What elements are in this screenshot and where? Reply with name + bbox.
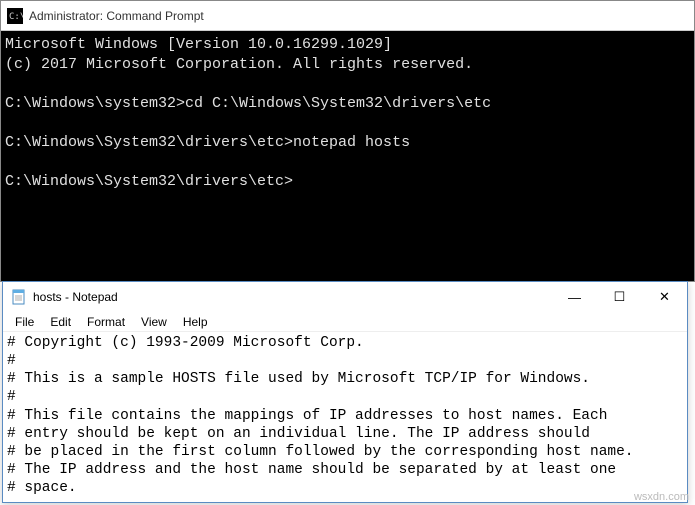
notepad-menubar: File Edit Format View Help [3, 312, 687, 332]
menu-file[interactable]: File [7, 313, 42, 331]
text-line: # space. [7, 480, 77, 496]
cmd-icon: C:\ [7, 8, 23, 24]
command-prompt-window: C:\ Administrator: Command Prompt Micros… [0, 0, 695, 282]
menu-format[interactable]: Format [79, 313, 133, 331]
text-line: # This is a sample HOSTS file used by Mi… [7, 371, 590, 387]
watermark: wsxdn.com [634, 491, 689, 503]
menu-edit[interactable]: Edit [42, 313, 79, 331]
notepad-titlebar[interactable]: hosts - Notepad — ☐ ✕ [3, 282, 687, 312]
text-line: # [7, 353, 16, 369]
menu-view[interactable]: View [133, 313, 175, 331]
text-line: # entry should be kept on an individual … [7, 426, 590, 442]
cmd-body[interactable]: Microsoft Windows [Version 10.0.16299.10… [1, 31, 694, 195]
cmd-title: Administrator: Command Prompt [29, 9, 204, 23]
text-line: # The IP address and the host name shoul… [7, 462, 616, 478]
notepad-body[interactable]: # Copyright (c) 1993-2009 Microsoft Corp… [3, 332, 687, 499]
cmd-line: Microsoft Windows [Version 10.0.16299.10… [5, 36, 392, 53]
window-controls: — ☐ ✕ [552, 283, 687, 312]
notepad-window: hosts - Notepad — ☐ ✕ File Edit Format V… [2, 281, 688, 503]
text-line: # [7, 389, 16, 405]
cmd-line: C:\Windows\system32>cd C:\Windows\System… [5, 95, 491, 112]
text-line: # This file contains the mappings of IP … [7, 408, 607, 424]
maximize-button[interactable]: ☐ [597, 283, 642, 312]
menu-help[interactable]: Help [175, 313, 216, 331]
cmd-line: (c) 2017 Microsoft Corporation. All righ… [5, 56, 473, 73]
svg-text:C:\: C:\ [9, 12, 23, 22]
notepad-icon [11, 289, 27, 305]
text-line: # be placed in the first column followed… [7, 444, 634, 460]
close-button[interactable]: ✕ [642, 283, 687, 312]
cmd-line: C:\Windows\System32\drivers\etc> [5, 173, 293, 190]
cmd-line: C:\Windows\System32\drivers\etc>notepad … [5, 134, 410, 151]
cmd-titlebar[interactable]: C:\ Administrator: Command Prompt [1, 1, 694, 31]
notepad-title: hosts - Notepad [33, 290, 552, 304]
text-line: # Copyright (c) 1993-2009 Microsoft Corp… [7, 335, 364, 351]
minimize-button[interactable]: — [552, 283, 597, 312]
